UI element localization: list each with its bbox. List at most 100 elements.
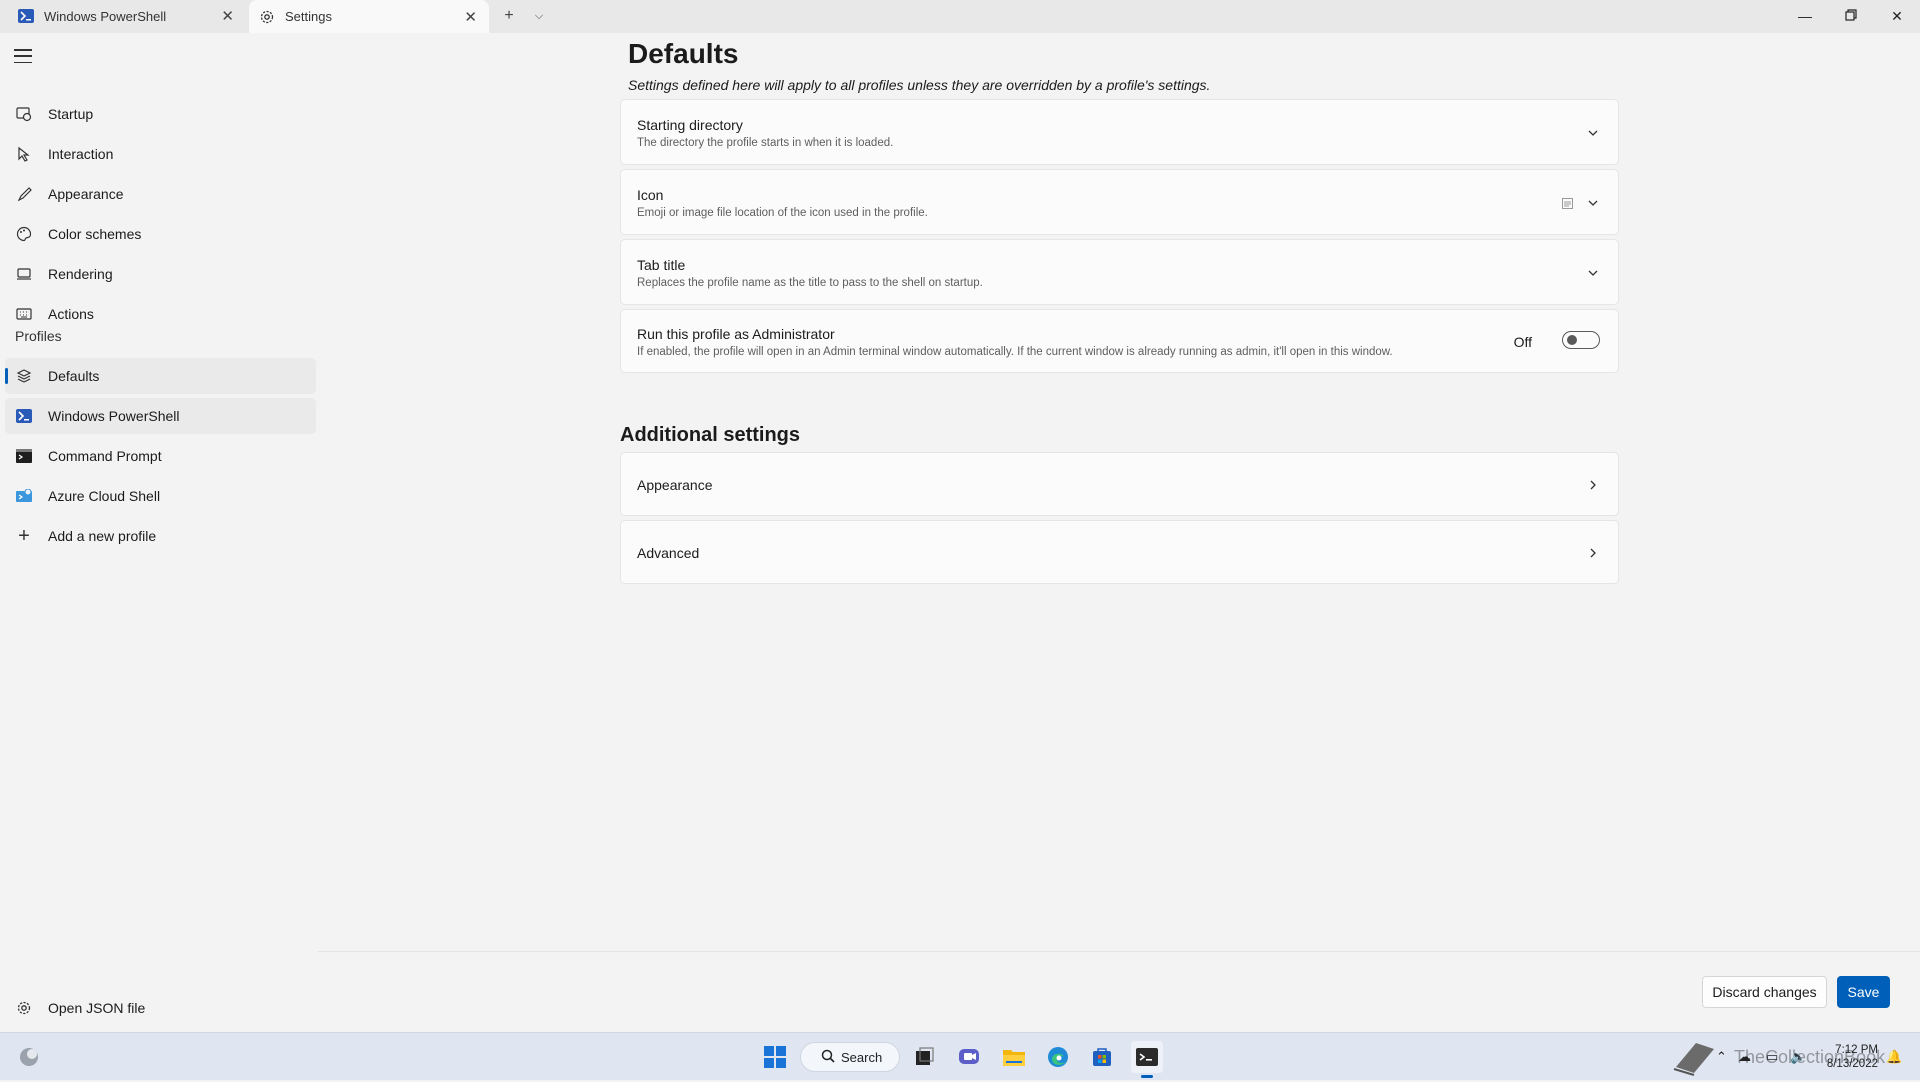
sidebar-item-label: Azure Cloud Shell	[48, 488, 161, 504]
tab-windows-powershell[interactable]: Windows PowerShell ✕	[0, 0, 246, 32]
chevron-down-icon[interactable]	[1586, 196, 1600, 210]
brush-icon	[15, 185, 33, 203]
additional-advanced-link[interactable]: Advanced	[620, 520, 1619, 584]
chevron-down-icon[interactable]	[1586, 266, 1600, 280]
minimize-button[interactable]: —	[1782, 0, 1828, 32]
monitor-icon	[15, 265, 33, 283]
setting-title: Tab title	[637, 257, 686, 273]
additional-appearance-link[interactable]: Appearance	[620, 452, 1619, 516]
teams-chat-icon[interactable]	[955, 1043, 983, 1071]
clock-time: 7:12 PM	[1835, 1044, 1878, 1056]
clock[interactable]: 7:12 PM 8/13/2022	[1827, 1043, 1878, 1071]
save-button[interactable]: Save	[1837, 976, 1890, 1008]
onedrive-cloud-icon[interactable]: ☁	[1738, 1049, 1751, 1065]
azure-icon	[15, 487, 33, 505]
gear-icon	[15, 999, 33, 1017]
setting-description: The directory the profile starts in when…	[637, 137, 894, 149]
task-view-icon[interactable]	[910, 1043, 938, 1071]
tab-dropdown-button[interactable]: ⌵	[526, 4, 552, 28]
start-icon[interactable]	[761, 1043, 789, 1071]
chevron-right-icon	[1586, 478, 1600, 492]
hamburger-menu-icon[interactable]	[14, 47, 32, 65]
sidebar-item-command-prompt[interactable]: Command Prompt	[5, 438, 316, 474]
chevron-right-icon	[1586, 546, 1600, 560]
setting-starting-directory[interactable]: Starting directory The directory the pro…	[620, 99, 1619, 165]
plus-icon: +	[18, 524, 30, 547]
selection-indicator	[5, 368, 8, 384]
close-tab-icon[interactable]: ✕	[221, 7, 234, 25]
volume-icon[interactable]: 🔈	[1790, 1049, 1806, 1065]
microsoft-store-icon[interactable]	[1088, 1043, 1116, 1071]
setting-description: Replaces the profile name as the title t…	[637, 277, 983, 289]
title-bar: Windows PowerShell ✕ Settings ✕ + ⌵ — ✕	[0, 0, 1920, 33]
sidebar-item-label: Startup	[48, 106, 94, 122]
setting-description: Emoji or image file location of the icon…	[637, 207, 928, 219]
page-subtitle: Settings defined here will apply to all …	[628, 77, 1211, 93]
file-explorer-icon[interactable]	[1000, 1043, 1028, 1071]
sidebar-item-label: Open JSON file	[48, 1000, 146, 1016]
edge-browser-icon[interactable]	[1044, 1043, 1072, 1071]
gear-icon	[259, 9, 275, 25]
network-icon[interactable]: ▭	[1766, 1049, 1778, 1065]
chevron-down-icon[interactable]	[1586, 126, 1600, 140]
setting-title: Starting directory	[637, 117, 743, 133]
new-tab-button[interactable]: +	[496, 4, 522, 28]
taskbar-search[interactable]: Search	[800, 1042, 900, 1072]
minimize-icon: —	[1798, 8, 1812, 24]
active-indicator	[1141, 1075, 1153, 1078]
close-icon: ✕	[1891, 7, 1903, 24]
notification-icon[interactable]: 🔔	[1886, 1049, 1902, 1065]
sidebar-item-label: Appearance	[48, 186, 124, 202]
clock-date: 8/13/2022	[1826, 1058, 1878, 1070]
toggle-knob	[1567, 335, 1577, 345]
powershell-icon	[15, 407, 33, 425]
image-preview-icon	[1560, 196, 1574, 210]
setting-title: Advanced	[637, 545, 700, 561]
search-icon	[821, 1049, 835, 1066]
tab-settings[interactable]: Settings ✕	[249, 0, 489, 33]
setting-run-as-administrator: Run this profile as Administrator If ena…	[620, 309, 1619, 373]
show-hidden-icons-icon[interactable]: ⌃	[1716, 1049, 1727, 1065]
profiles-header: Profiles	[15, 328, 62, 344]
close-tab-icon[interactable]: ✕	[464, 8, 477, 26]
tab-label: Windows PowerShell	[44, 8, 167, 24]
tab-label: Settings	[285, 9, 332, 24]
close-window-button[interactable]: ✕	[1874, 0, 1920, 32]
footer-divider	[318, 951, 1920, 952]
sidebar-item-label: Windows PowerShell	[48, 408, 180, 424]
palette-icon	[15, 225, 33, 243]
additional-settings-title: Additional settings	[620, 424, 800, 446]
sidebar-item-label: Defaults	[48, 368, 100, 384]
sidebar-item-defaults[interactable]: Defaults	[5, 358, 316, 394]
sidebar-item-label: Interaction	[48, 146, 114, 162]
sidebar-item-label: Command Prompt	[48, 448, 162, 464]
search-label: Search	[841, 1049, 883, 1065]
terminal-taskbar-icon[interactable]	[1131, 1041, 1163, 1078]
sidebar-item-windows-powershell[interactable]: Windows PowerShell	[5, 398, 316, 434]
interaction-icon	[15, 145, 33, 163]
setting-icon[interactable]: Icon Emoji or image file location of the…	[620, 169, 1619, 235]
sidebar-item-interaction[interactable]: Interaction	[5, 136, 316, 172]
widgets-icon[interactable]	[15, 1043, 43, 1071]
add-new-profile-button[interactable]: + Add a new profile	[5, 518, 316, 554]
setting-title: Appearance	[637, 477, 713, 493]
toggle-state-label: Off	[1513, 334, 1532, 350]
cmd-icon	[15, 447, 33, 465]
run-as-admin-toggle[interactable]	[1562, 331, 1600, 349]
restore-button[interactable]	[1828, 0, 1874, 32]
sidebar-item-azure-cloud-shell[interactable]: Azure Cloud Shell	[5, 478, 316, 514]
sidebar-item-rendering[interactable]: Rendering	[5, 256, 316, 292]
layers-icon	[15, 367, 33, 385]
sidebar-item-startup[interactable]: Startup	[5, 96, 316, 132]
startup-icon	[15, 105, 33, 123]
open-json-file-button[interactable]: Open JSON file	[5, 990, 316, 1026]
sidebar-item-actions[interactable]: Actions	[5, 296, 316, 332]
setting-tab-title[interactable]: Tab title Replaces the profile name as t…	[620, 239, 1619, 305]
discard-changes-button[interactable]: Discard changes	[1702, 976, 1827, 1008]
restore-icon	[1845, 8, 1857, 24]
setting-title: Run this profile as Administrator	[637, 326, 835, 342]
plus-icon: +	[504, 7, 514, 24]
sidebar-item-color-schemes[interactable]: Color schemes	[5, 216, 316, 252]
setting-description: If enabled, the profile will open in an …	[637, 346, 1393, 358]
sidebar-item-appearance[interactable]: Appearance	[5, 176, 316, 212]
